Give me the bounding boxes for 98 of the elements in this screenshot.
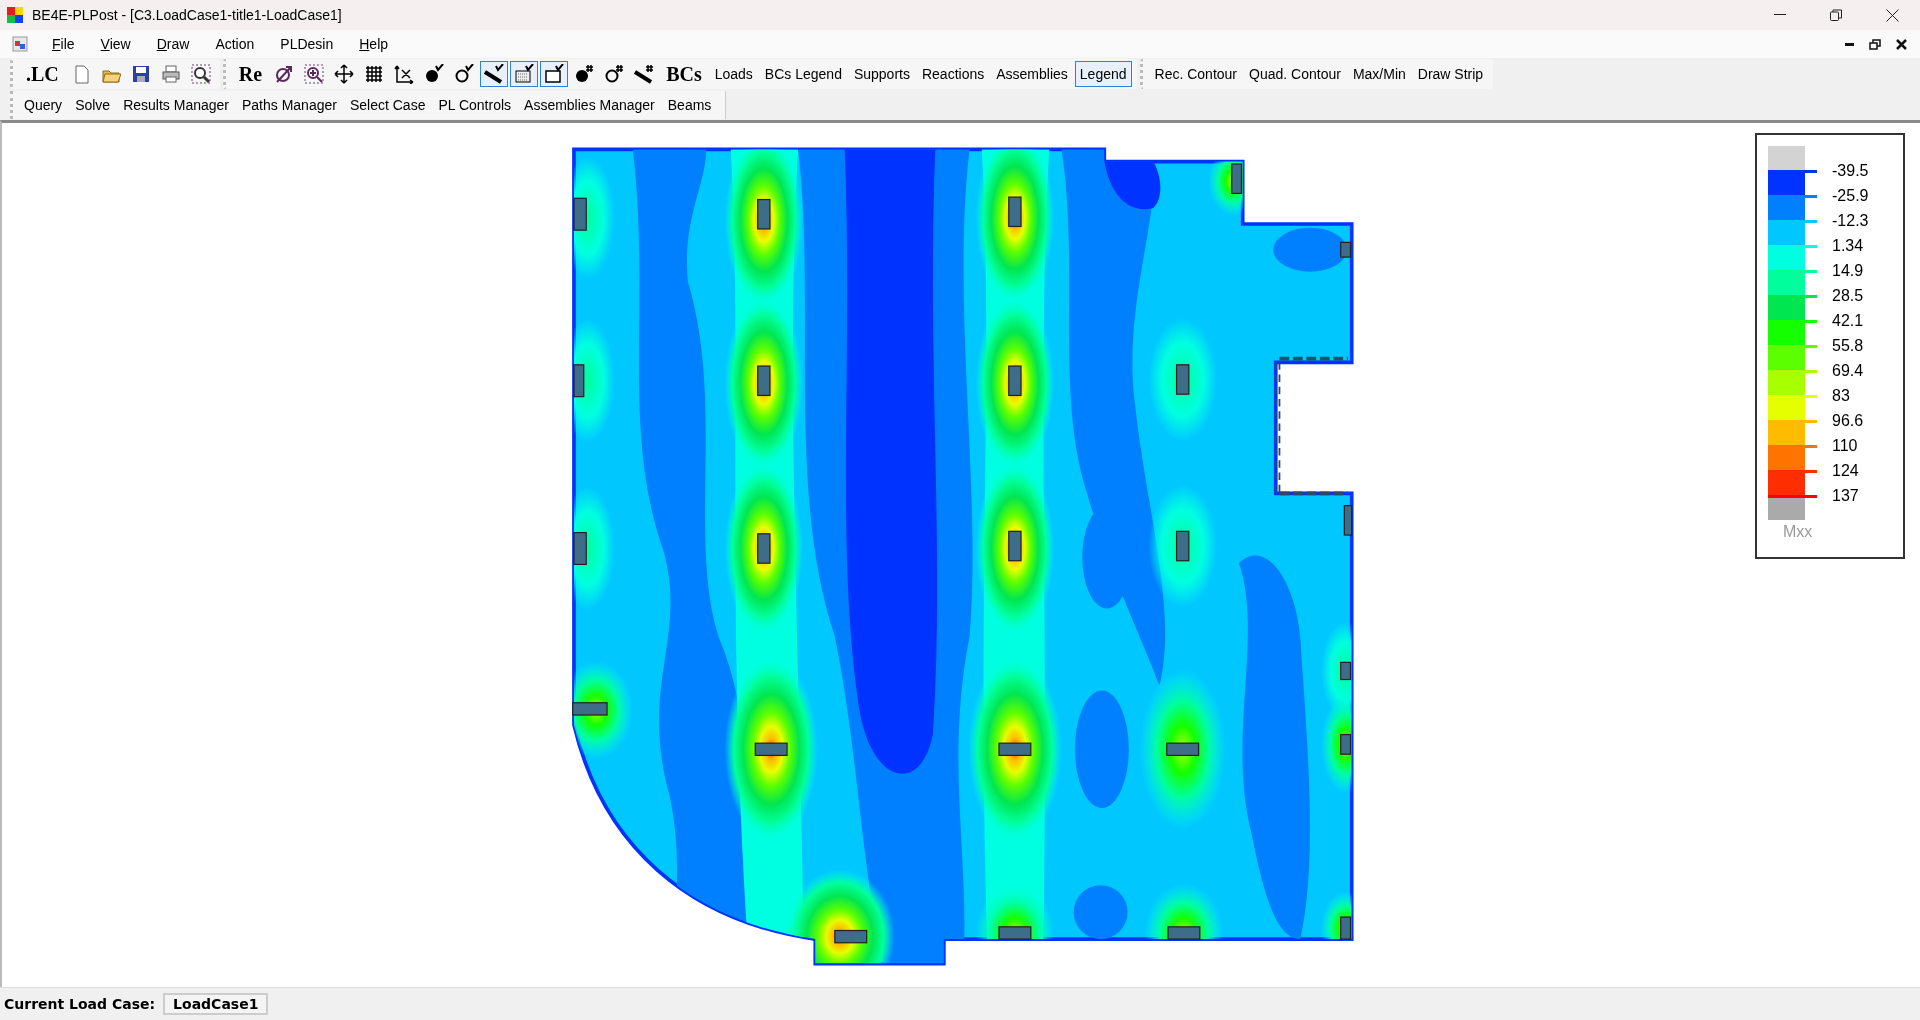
toolbar-button[interactable]: Results Manager [118,95,234,115]
zoom-extents-icon [274,64,295,84]
column [1008,196,1022,228]
window-title: BE4E-PLPost - [C3.LoadCase1-title1-LoadCase1] [32,7,343,23]
close-icon [1895,38,1907,50]
toolbar-button[interactable]: Query [19,95,68,115]
toolbar-button[interactable]: Quad. Contour [1244,61,1346,87]
column [1343,505,1353,536]
legend-label: 55.8 [1832,336,1865,356]
circle-check-icon [454,64,475,84]
toolbar-button[interactable]: BCs Legend [759,61,847,87]
printer-icon [160,64,181,84]
toolbar-button[interactable]: Assemblies Manager [519,95,660,115]
toolbar-button[interactable]: Reactions [916,61,990,87]
menu-item[interactable]: Draw [146,34,200,54]
legend-label: 14.9 [1832,261,1865,281]
restore-icon [1869,38,1881,50]
column [1166,742,1200,757]
load-case-field: LoadCase1 [163,993,269,1015]
minimize-icon [1844,42,1854,46]
toolbar-button[interactable]: Solve [70,95,116,115]
mesh-check-icon [514,64,535,84]
column [1008,530,1022,562]
filled-circle-check-icon [424,64,445,84]
column [998,926,1032,940]
document-window-icon[interactable] [12,36,28,52]
legend-label: -25.9 [1832,186,1869,206]
legend-title: Mxx [1783,523,1813,541]
toolbar-button[interactable]: PL Controls [433,95,517,115]
column [1340,916,1352,940]
contour-band [1073,885,1128,940]
legend-label: -12.3 [1832,211,1869,231]
column [572,702,608,716]
legend-label: 96.6 [1832,411,1865,431]
mesh-check-button[interactable] [510,61,539,87]
circle-hash-icon [604,64,625,84]
toolbar-button[interactable]: .LC [20,61,65,87]
column [1340,661,1352,681]
toolbar-button[interactable]: BCs [660,61,708,87]
column [754,742,788,757]
axis-icon [394,64,415,84]
menu-item[interactable]: View [90,34,141,54]
column [573,531,587,565]
restore-icon [1830,9,1842,21]
move-icon [334,64,355,84]
column [573,364,585,398]
toolbar-button[interactable]: Select Case [344,95,431,115]
close-icon [1885,8,1899,22]
toolbar-button[interactable]: Beams [662,95,717,115]
legend-label: 83 [1832,386,1851,406]
toolbar-button[interactable]: Supports [848,61,915,87]
minimize-icon [1774,14,1786,16]
save-icon [130,64,151,84]
legend-label: 28.5 [1832,286,1865,306]
toolbar-button[interactable]: Legend [1074,61,1132,87]
line-check-icon [484,64,505,84]
zoom-in-icon [304,64,325,84]
toolbar-button[interactable]: Assemblies [991,61,1073,87]
legend-label: 137 [1832,486,1860,506]
line-check-button[interactable] [480,61,509,87]
legend-label: 1.34 [1832,236,1865,256]
column [757,365,771,397]
menu-item[interactable]: File [42,34,85,54]
column [1167,926,1201,940]
legend-label: 110 [1832,436,1859,456]
rectangle-check-icon [544,64,565,84]
legend-label: 42.1 [1832,311,1865,331]
column [834,929,868,944]
legend-label: -39.5 [1832,161,1869,181]
toolbar-button[interactable]: Re [232,61,269,87]
column [757,533,771,564]
column [757,198,771,230]
legend-over-band [1768,146,1805,170]
toolbar-button[interactable]: Loads [709,61,758,87]
status-label: Current Load Case: [4,996,156,1012]
app-icon [6,6,24,24]
column [1008,365,1022,397]
line-hash-icon [634,64,655,84]
column [1340,241,1352,258]
rectangle-check-button[interactable] [540,61,569,87]
legend-label: 69.4 [1832,361,1865,381]
column [1340,734,1352,755]
column [573,197,587,231]
filled-circle-hash-icon [574,64,595,84]
toolbar-button[interactable]: Max/Min [1347,61,1411,87]
column [998,742,1032,757]
column [1175,530,1190,562]
column [1231,163,1243,194]
column [1175,364,1190,395]
legend-label: 124 [1832,461,1860,481]
menu-item[interactable]: Action [205,34,265,54]
menu-item[interactable]: Help [349,34,399,54]
toolbar-button[interactable]: Paths Manager [237,95,342,115]
toolbar-button[interactable]: Draw Strip [1412,61,1489,87]
print-preview-icon [190,64,211,84]
grid-icon [364,64,385,84]
toolbar-button[interactable]: Rec. Contour [1149,61,1243,87]
menu-item[interactable]: PLDesin [270,34,344,54]
